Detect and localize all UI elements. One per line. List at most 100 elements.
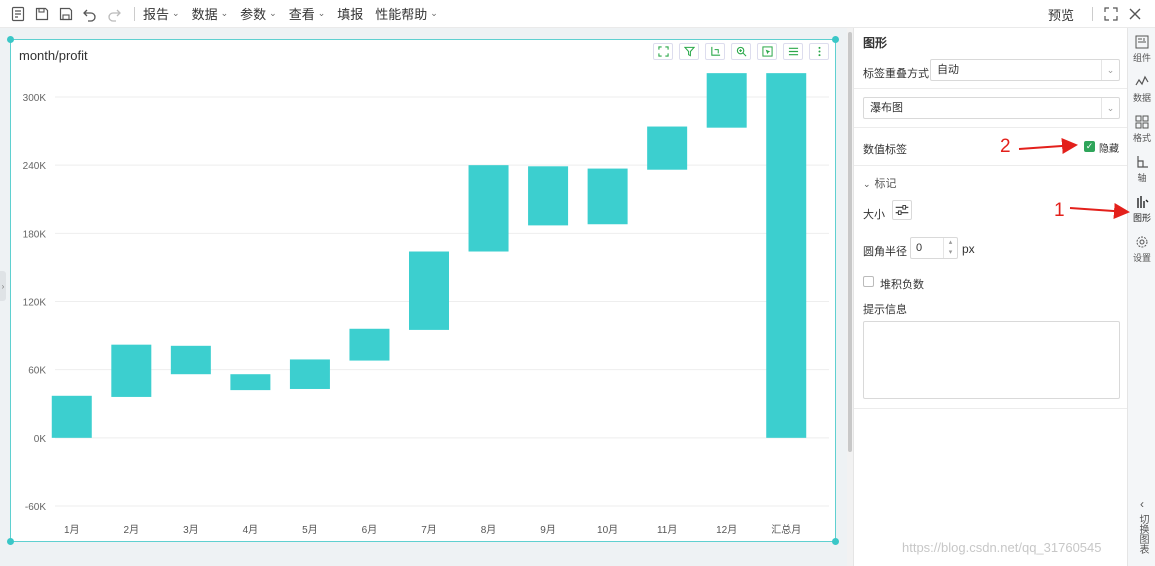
switch-chart-label: 切换图表 bbox=[1137, 514, 1148, 554]
switch-chart-button[interactable]: ‹ 切换图表 bbox=[1128, 498, 1155, 554]
new-report-icon[interactable] bbox=[6, 2, 30, 26]
toolbar-divider bbox=[1092, 7, 1093, 21]
y-tick-label: 120K bbox=[23, 298, 47, 309]
chevron-down-icon: ⌄ bbox=[863, 179, 871, 189]
menu-report[interactable]: 报告 ⌄ bbox=[143, 4, 180, 23]
y-tick-label: 60K bbox=[28, 366, 46, 377]
annotation-number-1: 1 bbox=[1054, 200, 1065, 221]
marker-section-header[interactable]: ⌄ 标记 bbox=[863, 175, 897, 191]
toolbar-right: 预览 bbox=[1048, 0, 1155, 28]
sidebar-item-settings[interactable]: 设置 bbox=[1128, 230, 1155, 268]
x-tick-label: 10月 bbox=[597, 524, 618, 536]
chart-type-value: 瀑布图 bbox=[870, 102, 903, 114]
annotation-number-2: 2 bbox=[1000, 136, 1011, 157]
x-tick-label: 12月 bbox=[716, 524, 737, 536]
data-icon bbox=[1135, 75, 1149, 85]
chevron-down-icon: ⌄ bbox=[269, 8, 277, 18]
sidebar-item-shape[interactable]: 图形 bbox=[1128, 190, 1155, 228]
stack-negative-label: 堆积负数 bbox=[880, 279, 924, 291]
chevron-down-icon: ⌄ bbox=[220, 8, 229, 18]
radius-input[interactable]: 0 ▴ ▾ bbox=[910, 237, 958, 259]
x-tick-label: 1月 bbox=[64, 524, 80, 536]
left-panel-toggle[interactable]: › bbox=[0, 271, 6, 301]
right-sidebar: 组件 数据 格式 轴 图形 设置 ‹ 切换图表 bbox=[1127, 28, 1155, 566]
y-tick-label: 180K bbox=[23, 229, 47, 240]
chevron-down-icon: ⌄ bbox=[317, 8, 326, 18]
scroll-thumb[interactable] bbox=[848, 32, 852, 452]
sidebar-label: 数据 bbox=[1132, 92, 1151, 103]
menu-fill[interactable]: 填报 bbox=[337, 4, 363, 23]
x-tick-label: 5月 bbox=[302, 524, 318, 536]
sidebar-item-format[interactable]: 格式 bbox=[1128, 110, 1155, 148]
toolbar-divider bbox=[134, 6, 135, 21]
hide-label-text: 隐藏 bbox=[1099, 144, 1119, 155]
close-icon[interactable] bbox=[1123, 2, 1147, 26]
menu-view[interactable]: 查看 ⌄ bbox=[289, 4, 326, 23]
waterfall-bar[interactable] bbox=[170, 345, 211, 375]
x-tick-label: 汇总月 bbox=[771, 523, 801, 536]
chart-type-select[interactable]: 瀑布图 ⌄ bbox=[863, 97, 1120, 119]
menu-data[interactable]: 数据 ⌄ bbox=[192, 4, 229, 23]
chart-widget[interactable]: month/profit 300K 240K 180K 120K 60K 0K -60K 1月… bbox=[7, 36, 839, 545]
radius-value: 0 bbox=[916, 242, 923, 254]
waterfall-bar[interactable] bbox=[349, 328, 390, 361]
redo-icon[interactable] bbox=[102, 2, 126, 26]
radius-unit: px bbox=[962, 242, 975, 256]
waterfall-bar[interactable] bbox=[409, 251, 449, 330]
waterfall-bar[interactable] bbox=[51, 395, 92, 438]
waterfall-bar[interactable] bbox=[289, 359, 330, 389]
divider bbox=[854, 88, 1128, 89]
y-tick-label: 240K bbox=[23, 161, 47, 172]
radius-label: 圆角半径 bbox=[863, 246, 907, 258]
sidebar-item-data[interactable]: 数据 bbox=[1128, 70, 1155, 108]
waterfall-bar[interactable] bbox=[528, 166, 569, 226]
y-tick-label: 0K bbox=[34, 434, 47, 445]
waterfall-bar[interactable] bbox=[468, 165, 509, 252]
resize-handle-top-right[interactable] bbox=[832, 36, 839, 43]
fullscreen-icon[interactable] bbox=[1099, 2, 1123, 26]
hide-label-checkbox[interactable]: ✓ bbox=[1084, 141, 1095, 152]
waterfall-bar[interactable] bbox=[647, 126, 688, 170]
stack-negative-checkbox[interactable] bbox=[863, 276, 874, 287]
save-as-icon[interactable] bbox=[54, 2, 78, 26]
waterfall-bar[interactable] bbox=[766, 73, 807, 438]
menu-performance-help[interactable]: 性能帮助 ⌄ bbox=[375, 4, 438, 23]
waterfall-bar[interactable] bbox=[706, 73, 747, 128]
x-tick-label: 2月 bbox=[124, 524, 140, 536]
x-tick-label: 8月 bbox=[481, 524, 497, 536]
waterfall-bar[interactable] bbox=[111, 344, 152, 397]
menu-params[interactable]: 参数 ⌄ bbox=[240, 4, 277, 23]
resize-handle-bottom-right[interactable] bbox=[832, 538, 839, 545]
undo-icon[interactable] bbox=[78, 2, 102, 26]
overlap-select[interactable]: 自动 ⌄ bbox=[930, 59, 1120, 81]
x-tick-label: 4月 bbox=[243, 524, 259, 536]
sidebar-item-component[interactable]: 组件 bbox=[1128, 30, 1155, 68]
waterfall-bar[interactable] bbox=[230, 374, 271, 391]
waterfall-bar[interactable] bbox=[587, 168, 628, 225]
x-tick-label: 7月 bbox=[421, 524, 437, 536]
tooltip-textarea[interactable] bbox=[863, 321, 1120, 399]
divider bbox=[854, 127, 1128, 128]
shape-icon bbox=[1137, 195, 1149, 208]
watermark-text: https://blog.csdn.net/qq_31760545 bbox=[902, 540, 1102, 555]
panel-title: 图形 bbox=[863, 36, 888, 50]
x-tick-label: 9月 bbox=[540, 524, 556, 536]
stepper-icon[interactable]: ▴ ▾ bbox=[943, 238, 957, 258]
format-icon bbox=[1135, 115, 1149, 128]
y-tick-label: -60K bbox=[25, 502, 46, 513]
resize-handle-top-left[interactable] bbox=[7, 36, 14, 43]
chevron-left-icon: ‹ bbox=[1140, 497, 1144, 511]
divider bbox=[854, 165, 1128, 166]
sidebar-item-axis[interactable]: 轴 bbox=[1128, 150, 1155, 188]
sidebar-label: 格式 bbox=[1132, 132, 1151, 143]
tooltip-label: 提示信息 bbox=[863, 304, 907, 316]
axis-icon bbox=[1137, 155, 1148, 168]
save-icon[interactable] bbox=[30, 2, 54, 26]
sidebar-label: 设置 bbox=[1132, 252, 1151, 263]
size-slider-icon[interactable] bbox=[892, 200, 912, 220]
component-icon bbox=[1135, 35, 1149, 48]
divider bbox=[854, 408, 1128, 409]
resize-handle-bottom-left[interactable] bbox=[7, 538, 14, 545]
preview-button[interactable]: 预览 bbox=[1048, 5, 1074, 24]
y-tick-label: 300K bbox=[23, 93, 47, 104]
